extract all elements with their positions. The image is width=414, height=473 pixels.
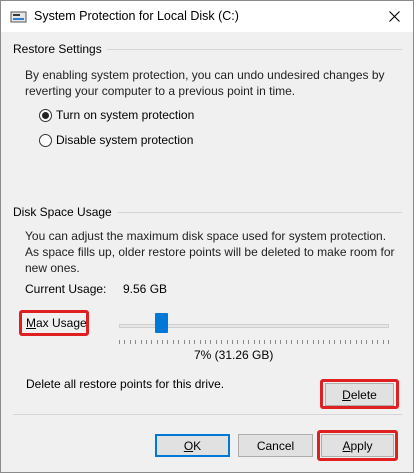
slider-tick [151, 340, 153, 344]
footer-separator [13, 414, 402, 415]
drive-icon [10, 10, 27, 24]
current-usage-value: 9.56 GB [123, 282, 168, 296]
window-title: System Protection for Local Disk (C:) [34, 9, 239, 23]
slider-value-text: 7% (31.26 GB) [194, 348, 274, 362]
delete-label-rest: elete [350, 387, 377, 402]
slider-tick [258, 340, 260, 344]
slider-tick [334, 340, 336, 344]
slider-tick [264, 340, 266, 344]
apply-button[interactable]: Apply [321, 434, 394, 457]
slider-tick [323, 340, 325, 344]
slider-tick [226, 340, 228, 344]
slider-tick [215, 340, 217, 344]
slider-ticks [119, 340, 389, 345]
disk-space-description: You can adjust the maximum disk space us… [25, 229, 395, 275]
max-usage-slider[interactable] [115, 311, 393, 349]
slider-tick [242, 340, 244, 344]
restore-settings-description: By enabling system protection, you can u… [25, 68, 385, 98]
radio-button-unchecked[interactable] [39, 133, 52, 147]
apply-accesskey: A [342, 438, 351, 453]
radio-dot [42, 111, 49, 119]
delete-button[interactable]: Delete [325, 383, 394, 406]
slider-tick [129, 340, 131, 344]
slider-tick [269, 340, 271, 344]
slider-tick [248, 340, 250, 344]
slider-tick [344, 340, 346, 344]
close-icon [388, 11, 400, 22]
slider-tick [377, 340, 379, 344]
slider-tick [210, 340, 212, 344]
slider-tick [188, 340, 190, 344]
slider-tick [312, 340, 314, 344]
restore-settings-label: Restore Settings [13, 42, 107, 56]
slider-tick [119, 340, 120, 344]
slider-tick [350, 340, 352, 344]
disable-protection-radio[interactable]: Disable system protection [39, 133, 193, 147]
slider-tick [237, 340, 239, 344]
system-protection-dialog: System Protection for Local Disk (C:) Re… [0, 0, 414, 473]
slider-tick [339, 340, 341, 344]
slider-tick [366, 340, 368, 344]
delete-accesskey: D [342, 387, 351, 402]
cancel-button[interactable]: Cancel [238, 434, 313, 457]
ok-button[interactable]: OK [155, 434, 230, 457]
slider-tick [382, 340, 384, 344]
slider-tick [253, 340, 255, 344]
slider-tick [307, 340, 309, 344]
slider-tick [183, 340, 185, 344]
apply-label-rest: pply [350, 438, 373, 453]
slider-tick [361, 340, 363, 344]
max-usage-accesskey: M [26, 316, 36, 330]
slider-tick [355, 340, 357, 344]
close-button[interactable] [375, 1, 413, 32]
disk-space-label: Disk Space Usage [13, 205, 117, 219]
slider-tick [275, 340, 277, 344]
turn-on-protection-radio[interactable]: Turn on system protection [39, 108, 194, 122]
slider-tick [371, 340, 373, 344]
slider-tick [167, 340, 169, 344]
slider-tick [162, 340, 164, 344]
slider-tick [124, 340, 126, 344]
slider-tick [328, 340, 330, 344]
slider-tick [194, 340, 196, 344]
slider-tick [285, 340, 287, 344]
slider-tick [140, 340, 142, 344]
slider-tick [280, 340, 282, 344]
current-usage-label: Current Usage: [25, 282, 107, 296]
ok-accesskey: O [183, 438, 194, 453]
title-bar: System Protection for Local Disk (C:) [1, 1, 413, 32]
slider-tick [205, 340, 207, 344]
max-usage-label: Max Usage: [26, 316, 90, 330]
slider-thumb[interactable] [154, 313, 168, 333]
ok-label-rest: K [193, 438, 202, 453]
slider-tick [172, 340, 174, 344]
disable-protection-label: Disable system protection [56, 133, 194, 147]
delete-description: Delete all restore points for this drive… [26, 377, 225, 391]
slider-tick [199, 340, 201, 344]
slider-tick [178, 340, 180, 344]
slider-tick [145, 340, 147, 344]
slider-tick [221, 340, 223, 344]
slider-tick [388, 340, 389, 344]
max-usage-label-rest: ax Usage: [36, 316, 91, 330]
slider-tick [231, 340, 233, 344]
turn-on-protection-label: Turn on system protection [56, 108, 195, 122]
slider-tick [296, 340, 298, 344]
slider-tick [301, 340, 303, 344]
radio-button-checked[interactable] [39, 108, 52, 122]
slider-tick [318, 340, 320, 344]
slider-tick [291, 340, 293, 344]
slider-tick [135, 340, 137, 344]
slider-tick [156, 340, 158, 344]
